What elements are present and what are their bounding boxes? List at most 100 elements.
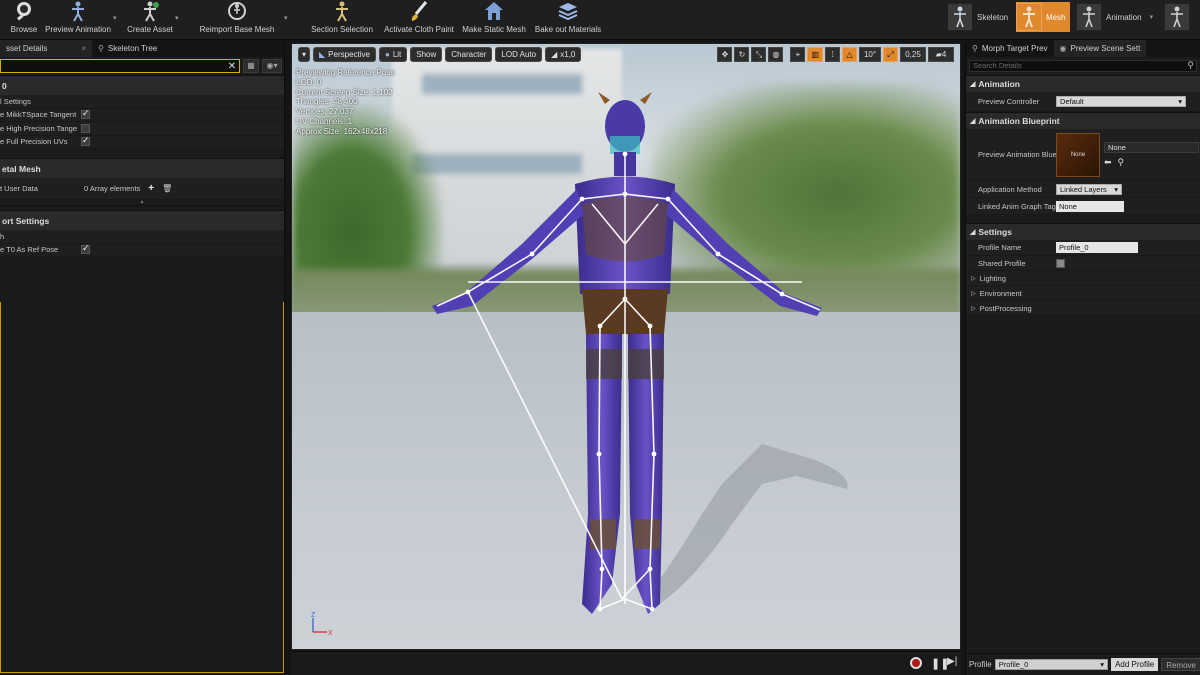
browse-button[interactable]: Browse xyxy=(4,0,44,38)
translate-icon[interactable]: ✥ xyxy=(717,47,733,62)
tab-close-icon[interactable]: × xyxy=(81,44,86,53)
mesh-row[interactable]: h xyxy=(0,230,284,244)
scale-snap-icon[interactable]: ⤢ xyxy=(883,47,898,62)
preview-viewport[interactable]: ▾ ◣ Perspective ● Lit Show Character LOD A… xyxy=(291,43,961,650)
rotate-icon[interactable]: ↻ xyxy=(734,47,750,62)
lit-button[interactable]: ● Lit xyxy=(378,47,408,62)
import-settings-header[interactable]: ort Settings xyxy=(0,210,284,230)
full-precision-uvs-checkbox[interactable] xyxy=(81,135,90,147)
use-t0-row: e T0 As Ref Pose xyxy=(0,243,284,257)
grid-snap-value[interactable]: ⁞ xyxy=(825,47,840,62)
reimport-dropdown[interactable]: ▾ xyxy=(284,14,288,22)
mode-skeleton-button[interactable]: Skeleton xyxy=(947,2,1012,32)
remove-profile-button[interactable]: Remove xyxy=(1161,658,1200,671)
character-label: Character xyxy=(451,50,487,59)
settings-category-header[interactable]: ◢ Settings xyxy=(966,223,1200,240)
lod-settings-row[interactable]: l Settings xyxy=(0,95,284,109)
trash-icon[interactable]: 🗑 xyxy=(162,184,172,193)
create-asset-label: Create Asset xyxy=(127,25,173,34)
stats-line: Triangles: 48,400 xyxy=(296,97,358,107)
tab-preview-scene-settings[interactable]: ◉ Preview Scene Sett xyxy=(1053,40,1147,57)
mode-mesh-button[interactable]: Mesh xyxy=(1016,2,1070,32)
anim-blueprint-thumbnail[interactable]: None xyxy=(1056,132,1100,177)
collapse-arrow-icon: ◢ xyxy=(970,229,976,236)
axis-gizmo-icon: Z X xyxy=(311,612,333,637)
playback-speed-button[interactable]: ◢ x1,0 xyxy=(545,47,582,62)
right-tab-bar: ⚲ Morph Target Prev ◉ Preview Scene Sett xyxy=(966,40,1200,57)
view-options-button[interactable]: ◉▾ xyxy=(262,59,282,73)
scene-search-input[interactable]: Search Details ⚲ xyxy=(969,60,1197,72)
camera-speed-label: 4 xyxy=(941,50,947,59)
surface-snap-icon[interactable]: ⌖ xyxy=(790,47,806,62)
environment-group[interactable]: ▷ Environment xyxy=(966,286,1200,301)
skeleton-mode-icon xyxy=(947,3,973,31)
perspective-label: Perspective xyxy=(328,50,370,59)
bake-out-materials-button[interactable]: Bake out Materials xyxy=(533,0,603,38)
add-element-icon[interactable]: + xyxy=(148,183,154,194)
scale-snap-value[interactable]: 0,25 xyxy=(900,47,926,62)
use-t0-checkbox[interactable] xyxy=(81,243,90,255)
lod-auto-button[interactable]: LOD Auto xyxy=(495,47,543,62)
camera-speed-button[interactable]: ▰ 4 xyxy=(928,47,954,62)
reimport-base-mesh-button[interactable]: Reimport Base Mesh xyxy=(198,0,276,38)
linked-anim-graph-tag-input[interactable]: None xyxy=(1056,200,1124,212)
lighting-group[interactable]: ▷ Lighting xyxy=(966,271,1200,286)
mode-blueprint-button[interactable] xyxy=(1164,2,1194,32)
scale-icon[interactable]: ⤡ xyxy=(751,47,767,62)
activate-cloth-paint-button[interactable]: Activate Cloth Paint xyxy=(382,0,456,38)
perspective-icon: ◣ xyxy=(319,50,326,59)
tab-asset-details[interactable]: sset Details × xyxy=(0,40,93,57)
show-button[interactable]: Show xyxy=(410,47,443,62)
lod0-header[interactable]: 0 xyxy=(0,75,284,95)
animation-blueprint-header[interactable]: ◢ Animation Blueprint xyxy=(966,112,1200,129)
use-selected-icon[interactable]: ⬅ xyxy=(1104,157,1112,168)
chevron-down-icon: ▾ xyxy=(1100,660,1105,669)
anim-blueprint-asset-picker[interactable]: None xyxy=(1104,141,1199,153)
animation-category-header[interactable]: ◢ Animation xyxy=(966,75,1200,92)
footer-profile-dropdown[interactable]: Profile_0 ▾ xyxy=(994,659,1109,670)
world-local-icon[interactable]: ◍ xyxy=(768,47,784,62)
shared-profile-checkbox[interactable] xyxy=(1056,258,1065,268)
create-asset-button[interactable]: Create Asset xyxy=(125,0,175,38)
preview-animation-dropdown[interactable]: ▾ xyxy=(113,14,117,22)
perspective-button[interactable]: ◣ Perspective xyxy=(313,47,376,62)
animation-mode-dropdown-icon[interactable]: ▾ xyxy=(1150,13,1154,21)
spacer xyxy=(0,149,284,158)
application-method-dropdown[interactable]: Linked Layers ▾ xyxy=(1056,183,1122,195)
postprocessing-group[interactable]: ▷ PostProcessing xyxy=(966,301,1200,316)
scene-search-placeholder: Search Details xyxy=(973,61,1022,70)
tab-morph-target-label: Morph Target Prev xyxy=(981,44,1048,53)
clear-search-icon[interactable]: ✕ xyxy=(228,60,236,73)
make-static-mesh-button[interactable]: Make Static Mesh xyxy=(462,0,526,38)
tab-morph-target-preview[interactable]: ⚲ Morph Target Prev xyxy=(966,40,1054,57)
expand-arrow-icon: ▷ xyxy=(971,275,976,282)
property-matrix-button[interactable]: ▦ xyxy=(243,59,259,73)
browse-asset-icon[interactable]: ⚲ xyxy=(1118,157,1125,168)
bake-materials-label: Bake out Materials xyxy=(534,25,602,34)
tab-preview-scene-label: Preview Scene Sett xyxy=(1070,44,1141,53)
section-selection-button[interactable]: Section Selection xyxy=(310,0,374,38)
mode-skeleton-label: Skeleton xyxy=(977,12,1009,22)
preview-controller-dropdown[interactable]: Default ▾ xyxy=(1056,96,1186,107)
animation-header-label: Animation xyxy=(978,79,1020,89)
rotation-snap-icon[interactable]: △ xyxy=(842,47,857,62)
skeletal-mesh-header[interactable]: etal Mesh xyxy=(0,158,284,178)
profile-name-input[interactable]: Profile_0 xyxy=(1056,242,1138,253)
mode-animation-button[interactable]: Animation ▾ xyxy=(1076,2,1157,32)
reimport-label: Reimport Base Mesh xyxy=(199,25,275,34)
details-search-input[interactable]: ✕ xyxy=(0,59,240,73)
play-icon[interactable]: ▶| xyxy=(947,656,957,667)
create-asset-dropdown[interactable]: ▾ xyxy=(175,14,179,22)
grid-snap-icon[interactable]: ▥ xyxy=(807,47,823,62)
character-button[interactable]: Character xyxy=(445,47,493,62)
mikktspace-checkbox[interactable] xyxy=(81,108,90,120)
stats-line: Vertices: 27,037 xyxy=(296,107,354,117)
rotation-snap-value[interactable]: 10° xyxy=(859,47,881,62)
tab-skeleton-tree[interactable]: ⚲ Skeleton Tree xyxy=(92,40,163,57)
add-profile-button[interactable]: Add Profile xyxy=(1111,658,1159,671)
left-tab-bar: sset Details × ⚲ Skeleton Tree xyxy=(0,40,284,57)
viewport-options-button[interactable]: ▾ xyxy=(298,47,311,62)
record-button[interactable] xyxy=(910,657,922,669)
high-precision-checkbox[interactable] xyxy=(81,123,90,133)
preview-animation-button[interactable]: Preview Animation xyxy=(45,0,111,38)
